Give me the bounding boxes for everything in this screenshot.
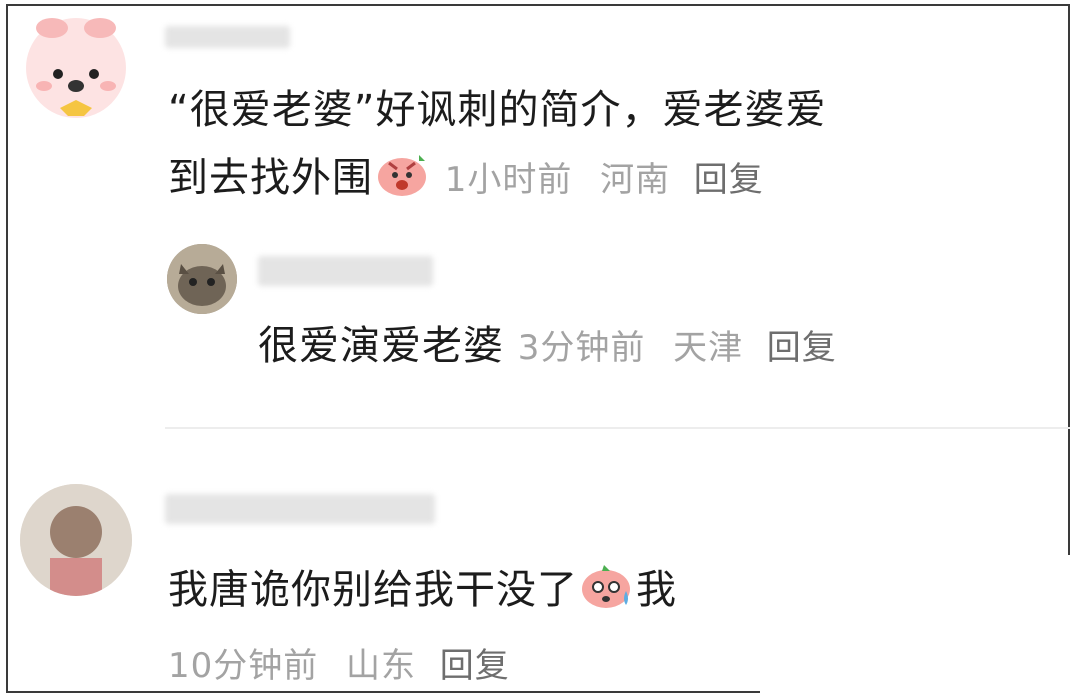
username-blurred[interactable] [165,26,290,48]
angry-pig-emoji [375,151,429,216]
comment-text: 我唐诡你别给我干没了 [168,567,578,613]
reply-time: 3分钟前 [517,328,646,368]
reply-text: 很爱演爱老婆 [258,323,504,369]
reply-button[interactable]: 回复 [694,160,764,200]
avatar-person-blurred[interactable] [20,484,132,596]
divider [165,427,1070,429]
avatar-pig[interactable] [18,8,134,124]
comment-time: 1小时前 [444,160,573,200]
comment-text-line2-row: 到去找外围 1小时前 河南 回复 [168,146,764,216]
reply-row: 很爱演爱老婆 3分钟前 天津 回复 [258,314,837,380]
reply-username-blurred[interactable] [258,256,433,286]
comment-text-line1: “很爱老婆”好讽刺的简介，爱老婆爱 [168,87,827,133]
comment-location: 河南 [600,160,671,200]
comment-text-row: 我唐诡你别给我干没了 我 [168,558,677,628]
comment-meta-row: 10分钟前 山东 回复 [168,632,510,698]
sweating-pig-emoji [580,561,634,628]
reply-button[interactable]: 回复 [767,328,837,368]
avatar-cat[interactable] [167,244,237,314]
comment-time: 10分钟前 [168,646,319,686]
reply-button[interactable]: 回复 [440,646,510,686]
image-crop-mask [760,555,1080,695]
username-blurred[interactable] [165,494,435,524]
comment-text-line2: 到去找外围 [168,155,373,201]
comment-location: 山东 [345,646,416,686]
comment-text-tail: 我 [636,567,677,613]
reply-location: 天津 [673,328,744,368]
